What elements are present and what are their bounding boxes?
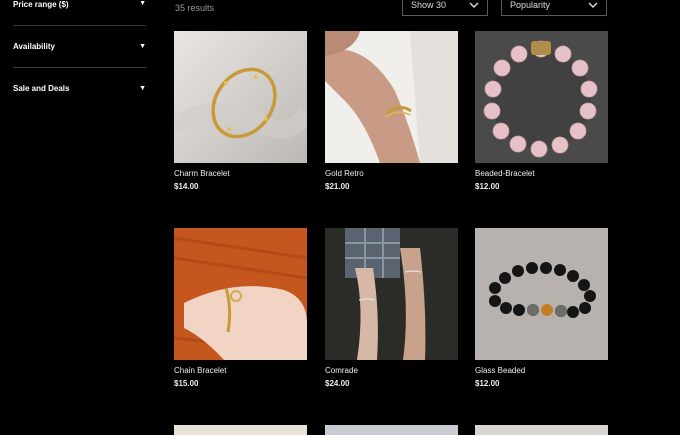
show-per-page-label: Show 30 [411,0,447,10]
filter-sale-and-deals[interactable]: Sale and Deals ▼ [13,68,146,109]
filter-label: Sale and Deals [13,84,70,93]
chevron-down-icon: ▼ [139,0,146,7]
product-price: $14.00 [174,182,199,191]
product-image[interactable] [475,31,608,163]
chevron-down-icon [588,2,598,8]
product-card[interactable]: Glass Beaded $12.00 [475,228,608,388]
product-card[interactable]: Gold Retro $21.00 [325,31,458,191]
product-price: $12.00 [475,379,500,388]
filter-label: Price range ($) [13,0,69,9]
show-per-page-select[interactable]: Show 30 [402,0,488,16]
product-name[interactable]: Beaded-Bracelet [475,169,608,178]
product-image[interactable] [174,31,307,163]
product-card[interactable]: Chain Bracelet $15.00 [174,228,307,388]
product-name[interactable]: Comrade [325,366,458,375]
product-name[interactable]: Glass Beaded [475,366,608,375]
product-name[interactable]: Gold Retro [325,169,458,178]
product-image[interactable] [325,31,458,163]
product-card[interactable]: Comrade $24.00 [325,228,458,388]
product-name[interactable]: Charm Bracelet [174,169,307,178]
product-price: $21.00 [325,182,350,191]
filter-price-range[interactable]: Price range ($) ▼ [13,0,146,26]
product-name[interactable]: Chain Bracelet [174,366,307,375]
filter-availability[interactable]: Availability ▼ [13,26,146,68]
product-card[interactable]: Charm Bracelet $14.00 [174,31,307,191]
sort-label: Popularity [510,0,551,10]
results-count: 35 results [175,3,215,13]
filter-label: Availability [13,42,55,51]
product-price: $12.00 [475,182,500,191]
product-price: $24.00 [325,379,350,388]
product-card[interactable]: Beaded-Bracelet $12.00 [475,31,608,191]
chevron-down-icon: ▼ [139,43,146,50]
product-image[interactable] [475,228,608,360]
filter-sidebar: Price range ($) ▼ Availability ▼ Sale an… [13,0,146,109]
product-price: $15.00 [174,379,199,388]
product-image[interactable] [174,228,307,360]
sort-select[interactable]: Popularity [501,0,607,16]
product-image[interactable] [325,228,458,360]
chevron-down-icon: ▼ [139,85,146,92]
chevron-down-icon [469,2,479,8]
